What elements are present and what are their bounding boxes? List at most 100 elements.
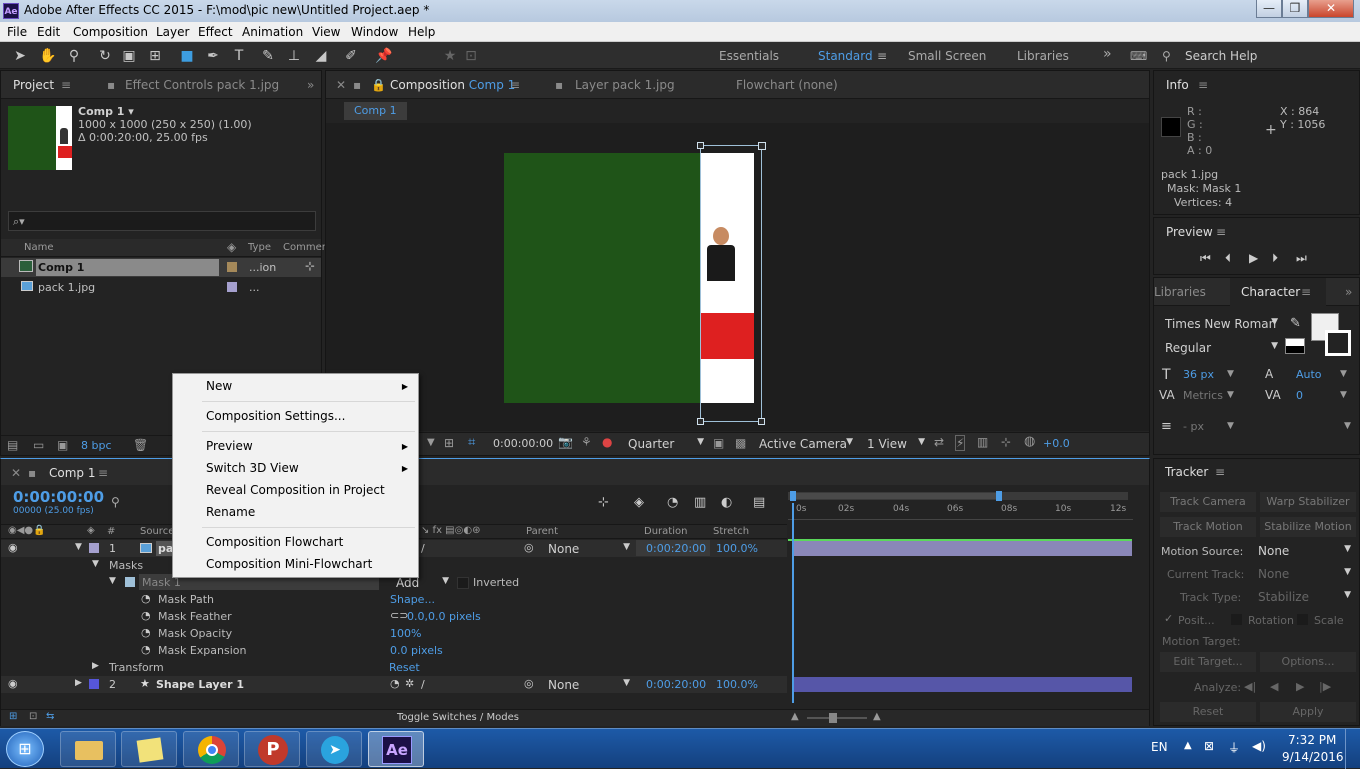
tab-tracker[interactable]: Tracker xyxy=(1165,465,1208,479)
menu-item-preview[interactable]: Preview xyxy=(206,435,253,457)
tab-info[interactable]: Info xyxy=(1166,78,1189,92)
roto-brush-tool-icon[interactable]: ✐ xyxy=(342,47,360,65)
av-switches-icons[interactable]: ◉◀●🔒 xyxy=(8,525,46,536)
menu-item-switch-3d-view[interactable]: Switch 3D View xyxy=(206,457,299,479)
previous-frame-icon[interactable]: ⏴ xyxy=(1225,251,1231,266)
layer-duration[interactable]: 0:00:20:00 xyxy=(646,678,706,691)
zoom-out-icon[interactable]: ▲ xyxy=(791,711,799,722)
apply-button[interactable]: Apply xyxy=(1260,702,1356,722)
stroke-color-swatch[interactable] xyxy=(1325,330,1351,356)
tab-preview[interactable]: Preview xyxy=(1166,225,1213,239)
track-type-dropdown[interactable]: Stabilize ▼ xyxy=(1258,590,1351,604)
project-search-input[interactable]: ⌕▾ xyxy=(8,211,316,231)
chevron-down-icon[interactable]: ▼ xyxy=(1227,390,1234,400)
graph-editor-icon[interactable]: ▤ xyxy=(753,495,765,510)
playhead[interactable] xyxy=(792,503,794,703)
menu-layer[interactable]: Layer xyxy=(156,25,189,39)
workspace-standard[interactable]: Standard xyxy=(818,49,873,63)
lock-icon[interactable]: ▪ xyxy=(353,78,361,92)
analyze-backward-icon[interactable]: ◀ xyxy=(1270,680,1278,693)
collapse-switch-icon[interactable]: ✲ xyxy=(405,677,414,690)
transparency-grid-icon[interactable]: ⌗ xyxy=(468,435,475,450)
position-checkbox-icon[interactable]: ✓ xyxy=(1164,612,1173,625)
brush-tool-icon[interactable]: ✎ xyxy=(259,47,277,65)
panel-menu-icon[interactable]: ≡ xyxy=(98,466,108,480)
tab-layer[interactable]: Layer pack 1.jpg xyxy=(575,78,675,92)
panel-menu-icon[interactable]: ≡ xyxy=(61,78,71,92)
project-item-name[interactable]: Comp 1 xyxy=(36,259,219,276)
analyze-backward-frame-icon[interactable]: ◀| xyxy=(1244,680,1256,693)
exposure-value[interactable]: +0.0 xyxy=(1043,437,1070,450)
layer-switches-icon[interactable]: ⊞ xyxy=(9,711,17,722)
label-color-swatch[interactable] xyxy=(227,262,237,272)
shy-switch-icon[interactable]: ◔ xyxy=(390,677,400,690)
mask-path-row[interactable]: ◔ Mask Path Shape... xyxy=(1,591,787,608)
interpret-footage-icon[interactable]: ▤ xyxy=(7,438,18,452)
column-source[interactable]: Source xyxy=(140,526,174,537)
menu-item-composition-mini-flowchart[interactable]: Composition Mini-Flowchart xyxy=(206,553,372,575)
stopwatch-icon[interactable]: ◔ xyxy=(141,626,151,639)
property-value[interactable]: 0.0,0.0 pixels xyxy=(407,610,481,623)
layer-duration[interactable]: 0:00:20:00 xyxy=(646,542,706,555)
current-track-dropdown[interactable]: None ▼ xyxy=(1258,567,1351,581)
new-composition-icon[interactable]: ▣ xyxy=(57,438,68,452)
panel-overflow-icon[interactable]: » xyxy=(1345,285,1352,299)
menu-item-rename[interactable]: Rename xyxy=(206,501,255,523)
switches-icons[interactable]: ↘ fx ▤◎◐⊛ xyxy=(421,525,480,536)
quality-switch-icon[interactable]: / xyxy=(421,678,425,691)
clone-stamp-tool-icon[interactable]: ⊥ xyxy=(285,47,303,65)
camera-tool-icon[interactable]: ▣ xyxy=(120,47,138,65)
parent-dropdown[interactable]: None ▼ xyxy=(548,542,630,556)
column-duration[interactable]: Duration xyxy=(644,526,687,537)
last-frame-icon[interactable]: ⏭ xyxy=(1296,251,1307,266)
current-time[interactable]: 0:00:00:00 xyxy=(493,437,553,450)
menu-window[interactable]: Window xyxy=(351,25,398,39)
shy-icon[interactable]: ◔ xyxy=(667,495,678,510)
type-tool-icon[interactable]: T xyxy=(230,47,248,65)
tab-libraries[interactable]: Libraries xyxy=(1154,285,1206,299)
layer-name[interactable]: Shape Layer 1 xyxy=(156,678,244,691)
inverted-checkbox[interactable] xyxy=(457,577,469,589)
puppet-pin-tool-icon[interactable]: 📌 xyxy=(375,47,393,65)
label-color-swatch[interactable] xyxy=(89,679,99,689)
visibility-eye-icon[interactable]: ◉ xyxy=(8,677,18,690)
expand-arrow-icon[interactable]: ▶ xyxy=(75,678,82,688)
snapshot-icon[interactable]: 📷 xyxy=(558,435,573,449)
composition-lock-icon[interactable]: 🔒 xyxy=(371,78,386,92)
workspace-libraries[interactable]: Libraries xyxy=(1017,49,1069,63)
work-area-end-handle[interactable] xyxy=(996,491,1002,501)
workspace-menu-icon[interactable]: ≡ xyxy=(877,49,887,63)
panel-overflow-icon[interactable]: » xyxy=(307,78,314,92)
tab-project[interactable]: Project xyxy=(13,78,54,92)
mask-mode-dropdown[interactable]: Add ▼ xyxy=(396,576,449,590)
expand-arrow-icon[interactable]: ▼ xyxy=(109,576,116,586)
tracking-value[interactable]: 0 xyxy=(1296,389,1303,402)
start-button[interactable]: ⊞ xyxy=(6,731,44,767)
scale-checkbox[interactable] xyxy=(1297,614,1308,625)
tab-character[interactable]: Character xyxy=(1241,285,1300,299)
analyze-forward-frame-icon[interactable]: |▶ xyxy=(1319,680,1331,693)
sticky-notes-icon[interactable] xyxy=(121,731,177,767)
timeline-timecode[interactable]: 0:00:00:00 xyxy=(13,488,104,506)
viewer-canvas[interactable] xyxy=(326,123,1149,431)
layer-stretch[interactable]: 100.0% xyxy=(716,678,758,691)
eyedropper-icon[interactable]: ✎ xyxy=(1290,316,1301,331)
next-frame-icon[interactable]: ⏵ xyxy=(1272,251,1278,266)
region-of-interest-icon[interactable]: ⊞ xyxy=(444,436,454,450)
motion-source-dropdown[interactable]: None ▼ xyxy=(1258,544,1351,558)
mask-feather-row[interactable]: ◔ Mask Feather ⊂⊃ 0.0,0.0 pixels xyxy=(1,608,787,625)
star-icon[interactable]: ★ xyxy=(441,47,459,65)
minimize-button[interactable]: — xyxy=(1256,0,1282,18)
zoom-slider-handle[interactable] xyxy=(829,713,837,723)
toggle-switches-modes-button[interactable]: Toggle Switches / Modes xyxy=(397,712,519,723)
show-snapshot-icon[interactable]: ⚘ xyxy=(581,435,592,449)
chevron-down-icon[interactable]: ▼ xyxy=(1227,421,1234,431)
transform-reset[interactable]: Reset xyxy=(389,661,420,674)
kerning-value[interactable]: Metrics xyxy=(1183,389,1223,402)
in-out-icon[interactable]: ⇆ xyxy=(46,711,54,722)
property-value[interactable]: 0.0 pixels xyxy=(390,644,443,657)
maximize-button[interactable]: ❒ xyxy=(1282,0,1308,18)
mask-vertex-handle[interactable] xyxy=(758,142,766,150)
mask-color-swatch[interactable] xyxy=(125,577,135,587)
pan-behind-tool-icon[interactable]: ⊞ xyxy=(146,47,164,65)
